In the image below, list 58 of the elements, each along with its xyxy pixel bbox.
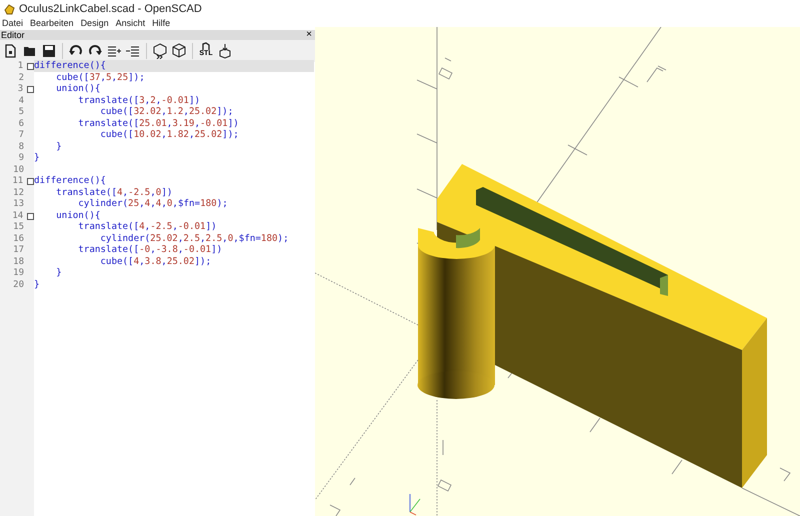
cube-render-icon[interactable] — [171, 43, 187, 59]
cube-preview-icon[interactable] — [152, 43, 168, 59]
fold-marker-icon[interactable] — [27, 212, 34, 220]
line-number: 1 — [16, 61, 24, 72]
code-line: } — [34, 152, 40, 163]
fold-marker-icon[interactable] — [27, 63, 34, 70]
code-line: difference(){ — [34, 60, 106, 71]
line-number: 7 — [18, 130, 24, 142]
code-line: cylinder(25,4,4,0,$fn=180); — [77, 198, 228, 209]
line-number: 17 — [12, 245, 24, 256]
line-number: 3 — [16, 84, 24, 96]
axis-line — [742, 488, 800, 516]
line-number: 16 — [12, 234, 24, 245]
menu-item[interactable]: Design — [80, 18, 109, 29]
fold-marker-icon[interactable] — [27, 178, 34, 186]
line-number: 14 — [11, 210, 24, 222]
code-line: cube([4,3.8,25.02]); — [99, 256, 212, 266]
code-line: } — [34, 278, 40, 290]
menu-item[interactable]: Ansicht — [116, 18, 146, 29]
code-line: union(){ — [55, 210, 100, 220]
code-line: } — [55, 267, 62, 278]
code-line: union(){ — [55, 83, 100, 94]
code-line: cube([37,5,25]); — [55, 72, 145, 82]
line-number: 9 — [18, 153, 24, 164]
code-line: } — [55, 140, 62, 152]
code-line: difference(){ — [34, 175, 106, 186]
menu-item[interactable]: Bearbeiten — [30, 18, 74, 29]
line-number: 8 — [18, 142, 24, 153]
code-line: translate([25.01,3.19,-0.01]) — [77, 118, 239, 128]
code-line: translate([4,-2.5,-0.01]) — [77, 221, 217, 232]
menu-item[interactable]: Hilfe — [152, 18, 170, 29]
code-line: cube([10.02,1.82,25.02]); — [99, 129, 239, 140]
cube-export-icon[interactable] — [217, 43, 233, 59]
line-number: 4 — [18, 96, 24, 107]
line-number: 13 — [12, 199, 24, 210]
window-title: Oculus2LinkCabel.scad - OpenSCAD — [19, 2, 202, 17]
line-number: 18 — [12, 256, 24, 268]
line-number: 2 — [18, 72, 24, 84]
line-number: 20 — [12, 280, 24, 291]
panel-title: Editor — [1, 30, 25, 40]
line-number: 6 — [18, 118, 24, 130]
line-number: 5 — [18, 107, 24, 118]
code-line: translate([-0,-3.8,-0.01]) — [77, 244, 222, 255]
save-icon[interactable] — [41, 43, 57, 59]
export-stl-icon — [201, 42, 211, 50]
fold-marker-icon[interactable] — [27, 86, 34, 94]
menu-item[interactable]: Datei — [2, 18, 24, 29]
line-number: 19 — [12, 268, 24, 280]
line-number: 10 — [12, 164, 24, 176]
line-number: 12 — [12, 188, 24, 199]
code-line: cube([32.02,1.2,25.02]); — [99, 106, 234, 117]
axes-indicator-icon — [410, 494, 420, 516]
line-number: 11 — [11, 176, 24, 188]
code-line: translate([4,-2.5,0]) — [55, 186, 172, 198]
close-button[interactable]: × — [306, 30, 314, 40]
code-line: cylinder(25.02,2.5,2.5,0,$fn=180); — [99, 232, 289, 244]
line-number: 15 — [12, 222, 24, 234]
code-line: translate([3,2,-0.01]) — [77, 94, 200, 106]
